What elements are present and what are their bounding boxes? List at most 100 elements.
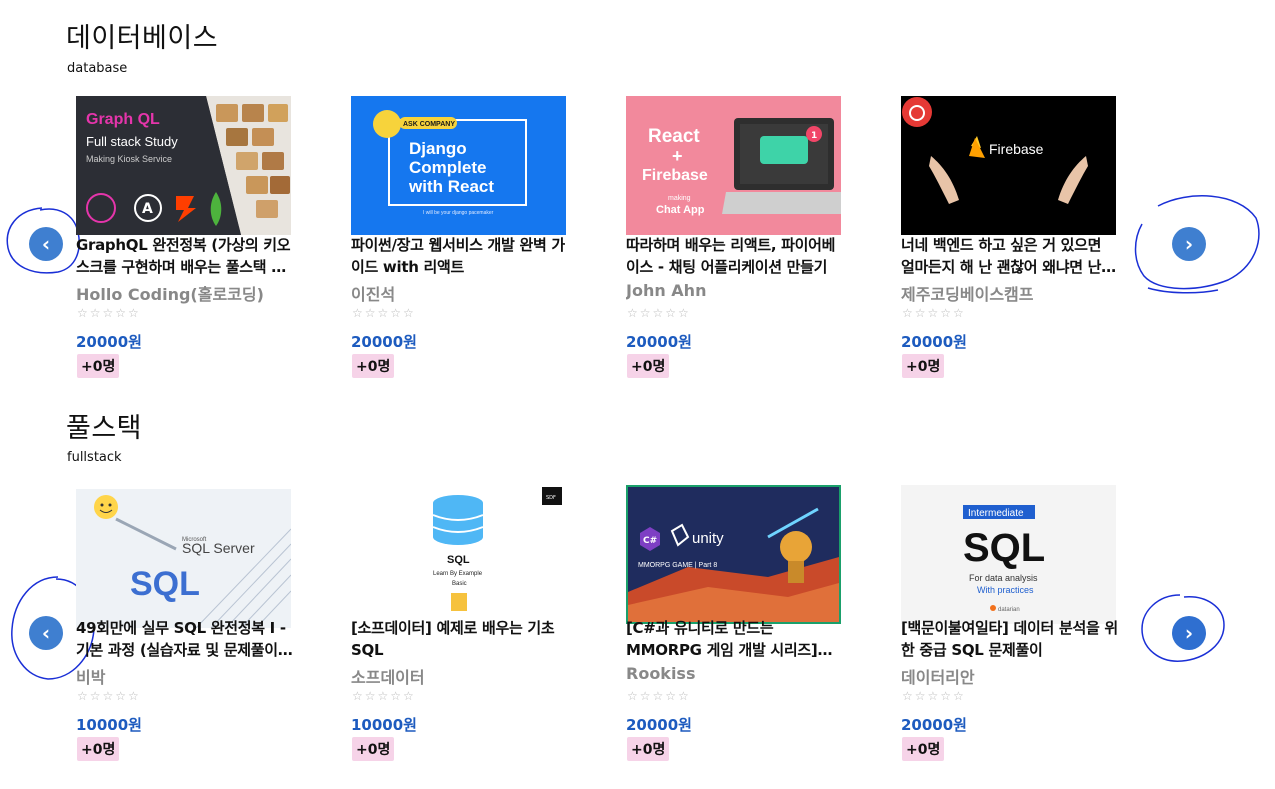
course-author: John Ahn [626,281,707,300]
course-price: 20000원 [76,333,142,351]
svg-text:With practices: With practices [977,585,1034,595]
course-thumbnail[interactable]: Firebase [901,96,1116,235]
svg-text:1: 1 [811,131,817,141]
course-author: 데이터리안 [901,668,975,687]
sql-server-thumbnail-art: Microsoft SQL Server SQL [76,489,291,628]
svg-text:Intermediate: Intermediate [968,508,1024,519]
rating-stars: ☆☆☆☆☆ [352,689,416,703]
student-count-badge: +0명 [627,354,670,378]
rating-stars: ☆☆☆☆☆ [627,306,691,320]
rating-stars: ☆☆☆☆☆ [77,306,141,320]
mmorpg-thumbnail-art: C# unity MMORPG GAME | Part 8 [628,487,839,622]
course-author: 이진석 [351,285,396,304]
course-thumbnail[interactable]: Intermediate SQL For data analysis With … [901,485,1116,624]
course-price: 10000원 [351,716,417,734]
graphql-thumbnail-art: Graph QL Full stack Study Making Kiosk S… [76,96,291,235]
svg-text:datarian: datarian [998,607,1020,613]
student-count-badge: +0명 [77,737,120,761]
student-count-badge: +0명 [352,354,395,378]
chevron-right-icon: › [1184,621,1194,645]
course-title[interactable]: GraphQL 완전정복 (가상의 키오스크를 구현하며 배우는 풀스택 개발) [76,234,294,278]
svg-text:SDF: SDF [546,495,556,501]
course-title[interactable]: 너네 백엔드 하고 싶은 거 있으면 얼마든지 해 난 괜찮어 왜냐면 난 파이… [901,234,1119,278]
course-price: 20000원 [901,716,967,734]
svg-text:I will be your django pacemake: I will be your django pacemaker [423,210,494,216]
course-thumbnail[interactable]: Microsoft SQL Server SQL [76,489,291,628]
svg-text:Firebase: Firebase [989,141,1044,157]
svg-text:unity: unity [692,530,724,547]
svg-text:making: making [668,195,691,202]
section-title: 데이터베이스 [66,23,219,54]
course-price: 10000원 [76,716,142,734]
course-title[interactable]: [C#과 유니티로 만드는 MMORPG 게임 개발 시리즈] Part8: 게… [626,617,844,661]
course-author: Rookiss [626,664,696,683]
rating-stars: ☆☆☆☆☆ [902,689,966,703]
course-author: 제주코딩베이스캠프 [901,285,1034,304]
svg-text:React: React [648,126,700,147]
next-arrow-button[interactable]: › [1172,616,1206,650]
svg-text:A: A [142,201,153,217]
svg-text:Full stack Study: Full stack Study [86,134,178,149]
course-author: Hollo Coding(홀로코딩) [76,285,264,304]
course-price: 20000원 [626,333,692,351]
svg-text:MMORPG GAME | Part 8: MMORPG GAME | Part 8 [638,562,717,569]
svg-text:SQL: SQL [447,554,470,566]
course-thumbnail[interactable]: React + Firebase making Chat App 1 [626,96,841,235]
section-fullstack: 풀스택 fullstack ‹ Microsoft SQL Server SQL [0,395,1275,789]
firebase-thumbnail-art: Firebase [901,96,1116,235]
svg-text:ASK COMPANY: ASK COMPANY [403,121,455,128]
react-firebase-thumbnail-art: React + Firebase making Chat App 1 [626,96,841,235]
student-count-badge: +0명 [902,737,945,761]
course-thumbnail[interactable]: Graph QL Full stack Study Making Kiosk S… [76,96,291,235]
section-title: 풀스택 [66,413,143,444]
course-author: 소프데이터 [351,668,425,687]
student-count-badge: +0명 [627,737,670,761]
svg-text:+: + [672,146,683,166]
section-subtitle: database [67,61,128,76]
intermediate-sql-thumbnail-art: Intermediate SQL For data analysis With … [901,485,1116,624]
course-title[interactable]: 따라하며 배우는 리액트, 파이어베이스 - 채팅 어플리케이션 만들기 [626,234,844,278]
sql-example-thumbnail-art: SDF SQL Learn By Example Basic [351,485,566,624]
course-thumbnail[interactable]: C# unity MMORPG GAME | Part 8 [626,485,841,624]
svg-text:SQL: SQL [963,526,1045,570]
django-thumbnail-art: ASK COMPANY Django Complete with React I… [351,96,566,235]
svg-text:C#: C# [643,536,657,546]
chevron-left-icon: ‹ [41,621,51,645]
student-count-badge: +0명 [77,354,120,378]
svg-text:SQL: SQL [130,565,200,603]
course-author: 비박 [76,668,106,687]
svg-text:Basic: Basic [452,581,467,587]
svg-text:For data analysis: For data analysis [969,573,1038,583]
svg-text:SQL Server: SQL Server [182,540,255,556]
svg-text:Graph QL: Graph QL [86,111,160,128]
course-thumbnail[interactable]: SDF SQL Learn By Example Basic [351,485,566,624]
course-thumbnail[interactable]: ASK COMPANY Django Complete with React I… [351,96,566,235]
svg-text:Chat App: Chat App [656,204,705,216]
course-title[interactable]: 49회만에 실무 SQL 완전정복 I - 기본 과정 (실습자료 및 문제풀이… [76,617,294,661]
next-arrow-button[interactable]: › [1172,227,1206,261]
svg-text:Complete: Complete [409,158,486,177]
prev-arrow-button[interactable]: ‹ [29,616,63,650]
course-price: 20000원 [351,333,417,351]
rating-stars: ☆☆☆☆☆ [902,306,966,320]
svg-text:Firebase: Firebase [642,167,708,184]
svg-text:Making Kiosk Service: Making Kiosk Service [86,154,172,164]
section-database: 데이터베이스 database ‹ Graph QL Full stack St… [0,0,1275,395]
svg-text:Learn By Example: Learn By Example [433,571,483,577]
student-count-badge: +0명 [902,354,945,378]
prev-arrow-button[interactable]: ‹ [29,227,63,261]
course-title[interactable]: 파이썬/장고 웹서비스 개발 완벽 가이드 with 리액트 [351,234,569,278]
rating-stars: ☆☆☆☆☆ [352,306,416,320]
student-count-badge: +0명 [352,737,395,761]
course-price: 20000원 [626,716,692,734]
rating-stars: ☆☆☆☆☆ [627,689,691,703]
svg-text:with React: with React [408,177,494,196]
course-title[interactable]: [소프데이터] 예제로 배우는 기초 SQL [351,617,569,661]
rating-stars: ☆☆☆☆☆ [77,689,141,703]
course-title[interactable]: [백문이불여일타] 데이터 분석을 위한 중급 SQL 문제풀이 [901,617,1119,661]
chevron-right-icon: › [1184,232,1194,256]
svg-text:Django: Django [409,139,467,158]
course-price: 20000원 [901,333,967,351]
chevron-left-icon: ‹ [41,232,51,256]
section-subtitle: fullstack [67,450,122,465]
